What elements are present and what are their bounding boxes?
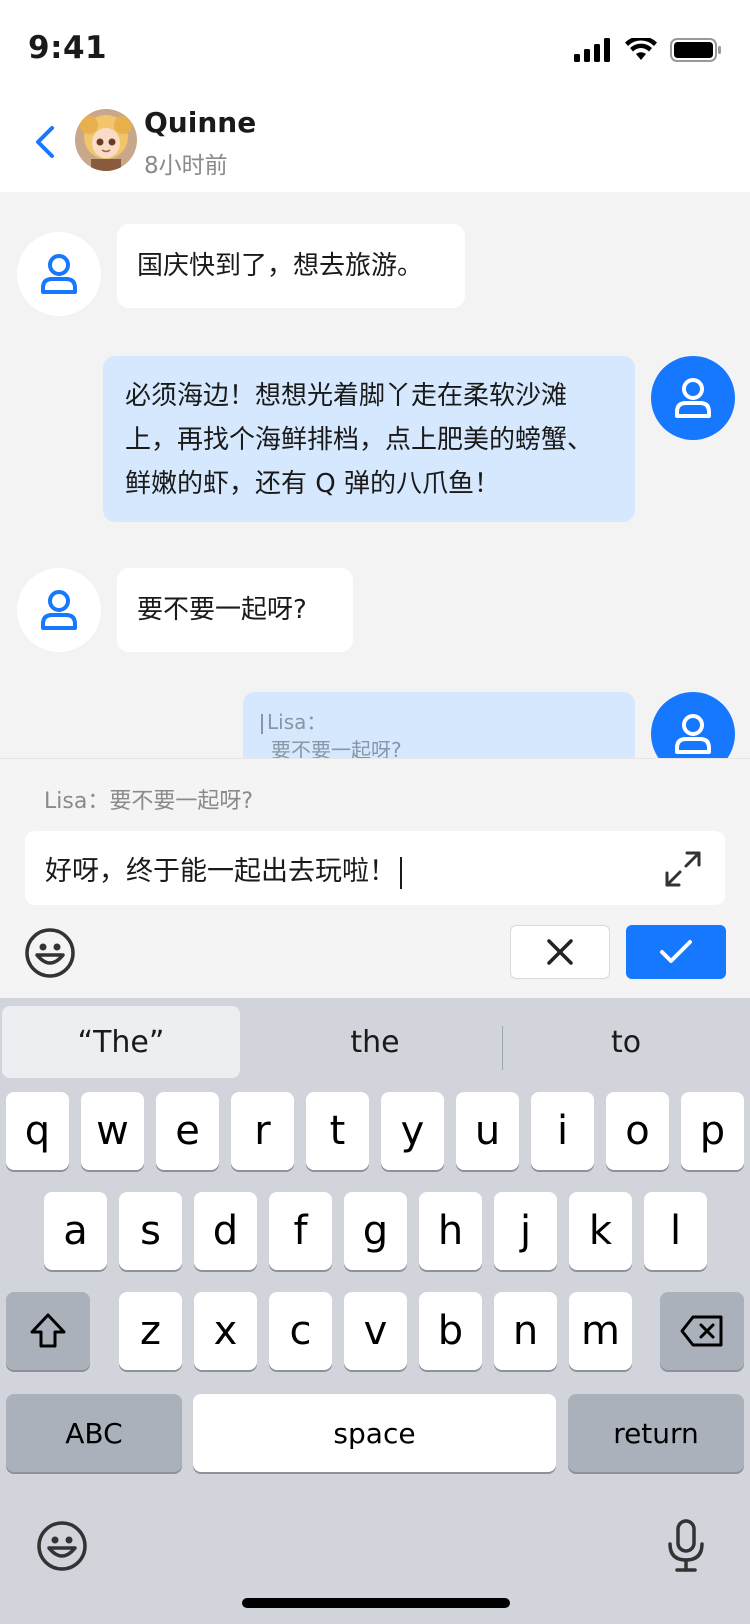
avatar[interactable] [651,356,735,440]
space-key[interactable]: space [193,1394,556,1472]
status-bar: 9:41 [0,0,750,100]
key-u[interactable]: u [456,1092,519,1170]
user-icon [675,378,711,418]
message-bubble[interactable]: 国庆快到了，想去旅游。 [117,224,465,308]
message-line: 必须海边！想想光着脚丫走在柔软沙滩 [125,381,568,411]
reply-panel: Lisa：要不要一起呀? 好呀，终于能一起出去玩啦！ [0,758,750,998]
key-r[interactable]: r [231,1092,294,1170]
avatar[interactable] [17,232,101,316]
abc-key[interactable]: ABC [6,1394,182,1472]
key-b[interactable]: b [419,1292,482,1370]
last-seen: 8小时前 [144,153,228,179]
key-i[interactable]: i [531,1092,594,1170]
contact-name: Quinne [144,106,257,139]
key-c[interactable]: c [269,1292,332,1370]
key-m[interactable]: m [569,1292,632,1370]
user-icon [41,254,77,294]
shift-icon [30,1313,66,1348]
chat-header: Quinne 8小时前 [0,100,750,192]
key-q[interactable]: q [6,1092,69,1170]
avatar[interactable] [651,692,735,758]
key-d[interactable]: d [194,1192,257,1270]
emoji-icon [25,928,75,978]
quote-text: 要不要一起呀? [271,738,402,758]
backspace-key[interactable] [660,1292,744,1370]
battery-icon [670,38,721,62]
suggestion-item[interactable]: to [504,1006,748,1078]
back-icon [36,126,54,158]
status-icons [574,38,722,62]
confirm-button[interactable] [626,925,726,979]
shift-key[interactable] [6,1292,90,1370]
back-button[interactable] [28,120,64,164]
key-g[interactable]: g [344,1192,407,1270]
wifi-icon [625,38,657,60]
status-time: 9:41 [28,30,108,66]
key-x[interactable]: x [194,1292,257,1370]
key-v[interactable]: v [344,1292,407,1370]
message-bubble[interactable]: Lisa： 要不要一起呀? [243,692,635,758]
message-line: 上，再找个海鲜排档，点上肥美的螃蟹、 [125,425,594,455]
key-k[interactable]: k [569,1192,632,1270]
key-o[interactable]: o [606,1092,669,1170]
dictation-button[interactable] [666,1518,706,1578]
check-icon [660,940,692,963]
key-t[interactable]: t [306,1092,369,1170]
message-bubble[interactable]: 要不要一起呀? [117,568,353,652]
suggestion-item[interactable]: “The” [2,1006,240,1078]
key-p[interactable]: p [681,1092,744,1170]
suggestion-bar: “The” the to [0,1006,750,1078]
expand-icon[interactable] [663,849,703,889]
key-y[interactable]: y [381,1092,444,1170]
message-bubble[interactable]: 必须海边！想想光着脚丫走在柔软沙滩 上，再找个海鲜排档，点上肥美的螃蟹、 鲜嫩的… [103,356,635,522]
backspace-icon [680,1315,723,1347]
suggestion-item[interactable]: the [250,1006,500,1078]
avatar[interactable] [17,568,101,652]
key-h[interactable]: h [419,1192,482,1270]
user-icon [675,714,711,754]
quote-author: Lisa： [261,708,617,736]
message-text: 要不要一起呀? [137,595,307,625]
text-caret [400,856,402,889]
message-line: 鲜嫩的虾，还有 Q 弹的八爪鱼！ [125,469,500,499]
signal-icon [574,38,610,62]
key-w[interactable]: w [81,1092,144,1170]
input-value[interactable]: 好呀，终于能一起出去玩啦！ [45,849,402,889]
key-a[interactable]: a [44,1192,107,1270]
emoji-icon [37,1521,87,1571]
key-z[interactable]: z [119,1292,182,1370]
key-e[interactable]: e [156,1092,219,1170]
home-indicator[interactable] [242,1598,510,1608]
suggestion-divider [502,1026,503,1070]
contact-avatar[interactable] [75,109,137,171]
microphone-icon [668,1519,704,1572]
message-text: 国庆快到了，想去旅游。 [137,251,424,281]
message-input[interactable]: 好呀，终于能一起出去玩啦！ [25,831,725,905]
key-n[interactable]: n [494,1292,557,1370]
emoji-keyboard-button[interactable] [36,1520,88,1576]
emoji-button[interactable] [24,927,76,983]
chat-area[interactable]: 国庆快到了，想去旅游。 必须海边！想想光着脚丫走在柔软沙滩 上，再找个海鲜排档，… [0,192,750,758]
return-key[interactable]: return [568,1394,744,1472]
key-j[interactable]: j [494,1192,557,1270]
close-icon [547,939,573,965]
key-f[interactable]: f [269,1192,332,1270]
cancel-button[interactable] [510,925,610,979]
reply-reference: Lisa：要不要一起呀? [44,789,253,814]
user-icon [41,590,77,630]
key-l[interactable]: l [644,1192,707,1270]
keyboard: “The” the to q w e r t y u i o p a s d f… [0,998,750,1624]
key-s[interactable]: s [119,1192,182,1270]
